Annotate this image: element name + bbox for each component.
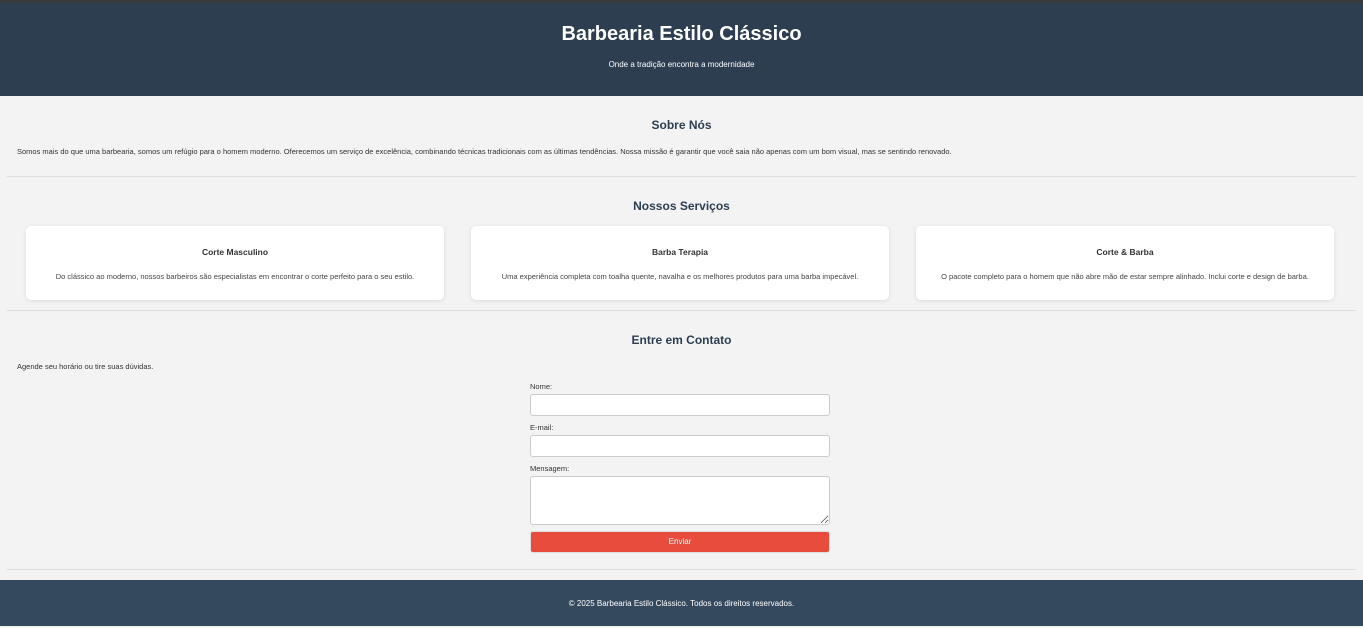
email-input[interactable] (530, 435, 830, 457)
site-header: Barbearia Estilo Clássico Onde a tradiçã… (0, 3, 1363, 96)
site-footer: © 2025 Barbearia Estilo Clássico. Todos … (0, 580, 1363, 626)
services-heading: Nossos Serviços (633, 199, 730, 213)
contact-text: Agende seu horário ou tire suas dúvidas. (17, 362, 154, 371)
email-label: E-mail: (530, 423, 554, 432)
service-card: Corte Masculino Do clássico ao moderno, … (26, 226, 444, 300)
divider (7, 176, 1356, 177)
copyright-text: © 2025 Barbearia Estilo Clássico. Todos … (568, 599, 795, 608)
name-input[interactable] (530, 394, 830, 416)
service-title: Corte & Barba (1096, 247, 1154, 257)
divider (7, 569, 1356, 570)
name-label: Nome: (530, 382, 553, 391)
submit-button[interactable]: Enviar (530, 531, 830, 553)
service-description: Uma experiência completa com toalha quen… (501, 272, 859, 281)
service-title: Barba Terapia (651, 247, 709, 257)
contact-heading: Entre em Contato (631, 333, 732, 347)
service-card: Corte & Barba O pacote completo para o h… (916, 226, 1334, 300)
about-heading: Sobre Nós (651, 118, 712, 132)
service-description: O pacote completo para o homem que não a… (941, 272, 1309, 281)
divider (7, 310, 1356, 311)
message-label: Mensagem: (530, 464, 570, 473)
service-card: Barba Terapia Uma experiência completa c… (471, 226, 889, 300)
service-description: Do clássico ao moderno, nossos barbeiros… (55, 272, 415, 281)
about-text: Somos mais do que uma barbearia, somos u… (17, 147, 952, 156)
site-title: Barbearia Estilo Clássico (561, 23, 802, 45)
service-title: Corte Masculino (201, 247, 269, 257)
site-tagline: Onde a tradição encontra a modernidade (608, 60, 755, 69)
message-textarea[interactable] (530, 476, 830, 525)
